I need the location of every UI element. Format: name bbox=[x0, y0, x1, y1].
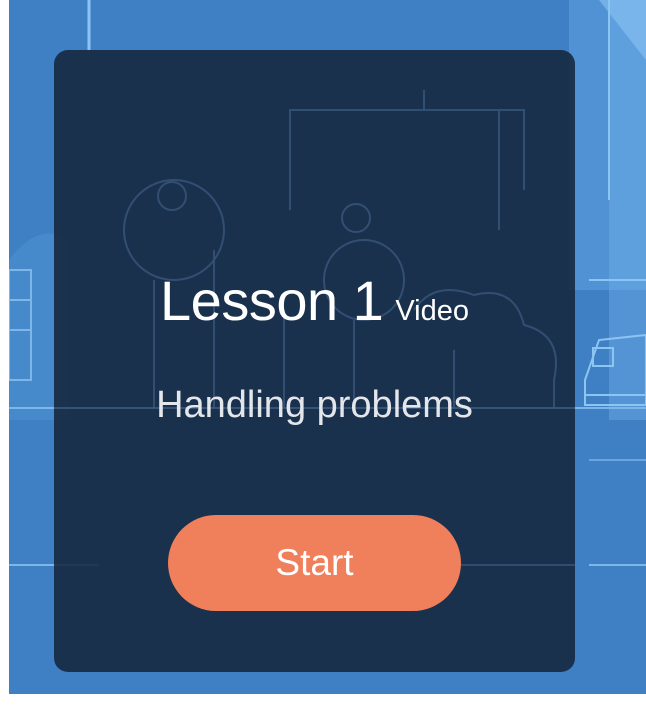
lesson-card-stage: Lesson 1 Video Handling problems Start bbox=[0, 0, 646, 711]
start-button[interactable]: Start bbox=[168, 515, 461, 611]
lesson-type-label: Video bbox=[395, 295, 469, 327]
lesson-card: Lesson 1 Video Handling problems Start bbox=[54, 50, 575, 672]
lesson-heading: Lesson 1 Video bbox=[54, 268, 575, 333]
lesson-title: Lesson 1 bbox=[160, 269, 384, 332]
lesson-subtitle: Handling problems bbox=[156, 384, 473, 426]
